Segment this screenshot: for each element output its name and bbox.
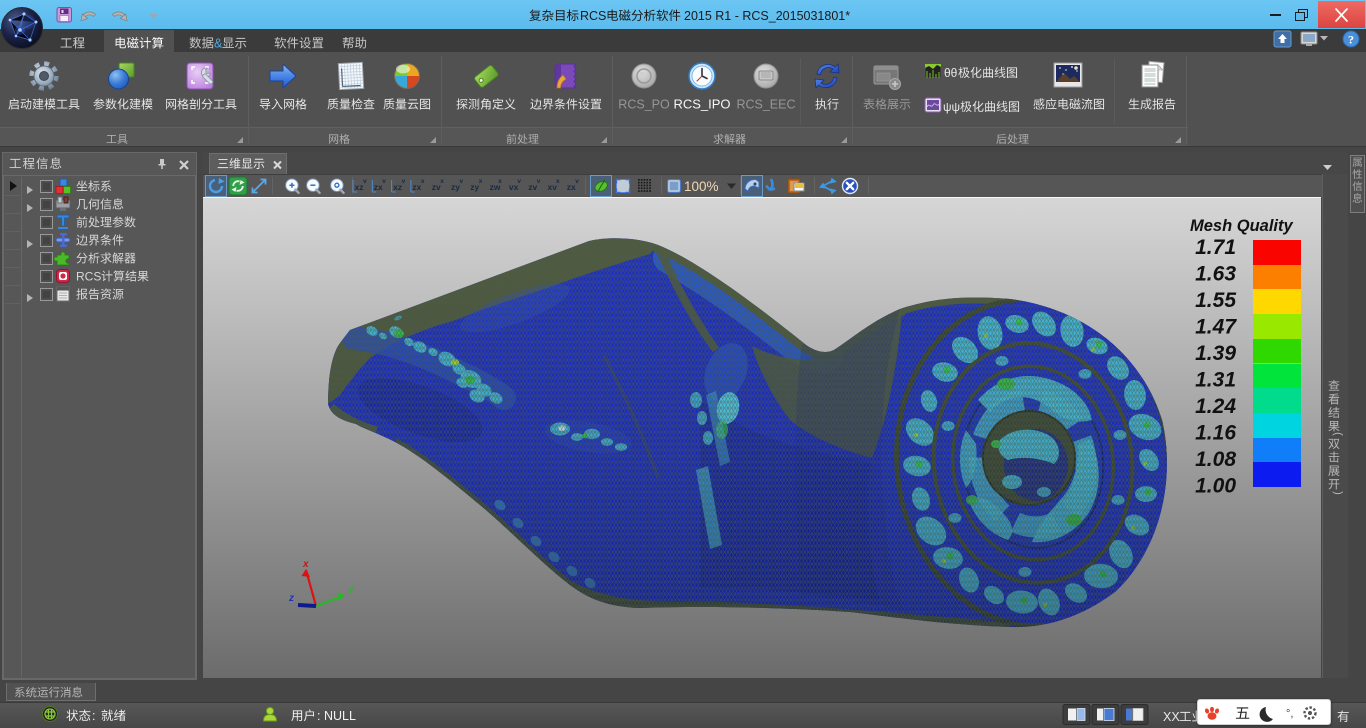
svg-text:°,: °,: [1286, 708, 1293, 720]
